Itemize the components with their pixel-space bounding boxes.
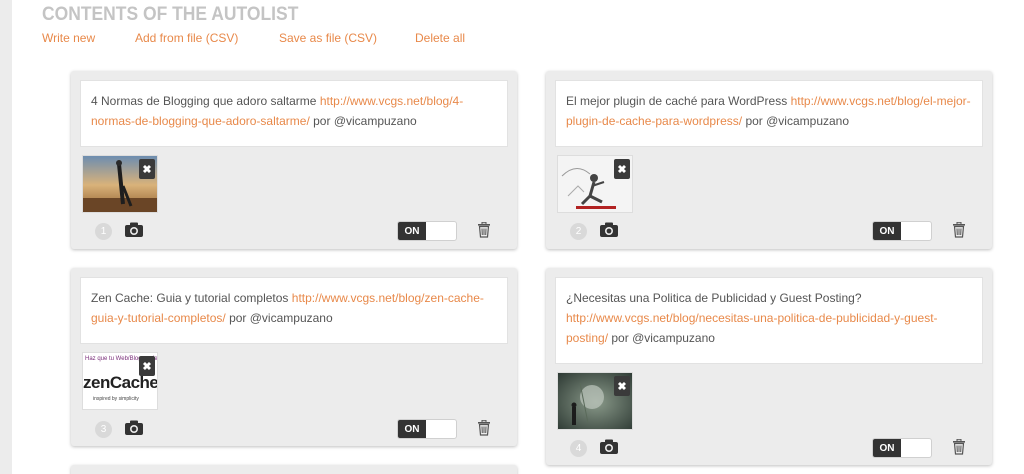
remove-image-button[interactable]: ✖ (614, 376, 630, 396)
page-title: CONTENTS OF THE AUTOLIST (42, 4, 299, 25)
author-handle: @vicampuzano (333, 114, 417, 128)
write-new-link[interactable]: Write new (42, 31, 135, 45)
camera-icon[interactable] (124, 222, 144, 238)
camera-icon[interactable] (599, 222, 619, 238)
item-number-badge: 3 (95, 421, 112, 438)
thumbnail-tagline: inspired by simplicity (93, 396, 139, 402)
delete-all-link[interactable]: Delete all (415, 31, 465, 45)
save-as-file-link[interactable]: Save as file (CSV) (279, 31, 415, 45)
post-thumbnail: ✖ (557, 372, 633, 430)
item-number-badge: 2 (570, 223, 587, 240)
card-text: Zen Cache: Guia y tutorial completos htt… (80, 277, 508, 344)
autolist-card: El mejor plugin de caché para WordPress … (546, 71, 992, 249)
post-title: El mejor plugin de caché para WordPress (566, 94, 788, 108)
toggle-on-label: ON (873, 439, 901, 457)
toggle-on-label: ON (398, 222, 426, 240)
add-from-file-link[interactable]: Add from file (CSV) (135, 31, 279, 45)
autolist-card: Zen Cache: Guia y tutorial completos htt… (71, 268, 517, 446)
remove-image-button[interactable]: ✖ (139, 356, 155, 376)
author-prefix: por (611, 331, 629, 345)
autolist-card: ¿Necesitas una Politica de Publicidad y … (546, 268, 992, 465)
author-prefix: por (313, 114, 331, 128)
autolist-card: 4 Normas de Blogging que adoro saltarme … (71, 71, 517, 249)
camera-icon[interactable] (599, 439, 619, 455)
card-text: 4 Normas de Blogging que adoro saltarme … (80, 80, 508, 147)
post-title: 4 Normas de Blogging que adoro saltarme (91, 94, 317, 108)
camera-icon[interactable] (124, 420, 144, 436)
item-number-badge: 1 (95, 223, 112, 240)
post-thumbnail: ✖ (82, 155, 158, 213)
author-handle: @vicampuzano (632, 331, 715, 345)
trash-icon[interactable] (477, 420, 491, 436)
trash-icon[interactable] (952, 222, 966, 238)
remove-image-button[interactable]: ✖ (614, 159, 630, 179)
author-handle: @vicampuzano (766, 114, 850, 128)
card-text: ¿Necesitas una Politica de Publicidad y … (555, 277, 983, 364)
left-rail (0, 0, 12, 474)
post-thumbnail: ✖ (557, 155, 633, 213)
autolist-card-partial (71, 465, 517, 474)
post-title: ¿Necesitas una Politica de Publicidad y … (566, 291, 862, 305)
on-off-toggle[interactable]: ON (872, 438, 932, 458)
action-bar: Write new Add from file (CSV) Save as fi… (42, 31, 465, 45)
author-prefix: por (745, 114, 763, 128)
trash-icon[interactable] (952, 439, 966, 455)
toggle-on-label: ON (398, 420, 426, 438)
remove-image-button[interactable]: ✖ (139, 159, 155, 179)
trash-icon[interactable] (477, 222, 491, 238)
post-thumbnail: Haz que tu Web/Blog vuele zenCache inspi… (82, 352, 158, 410)
zencache-logo: zenCache (83, 373, 158, 392)
item-number-badge: 4 (570, 440, 587, 457)
post-title: Zen Cache: Guia y tutorial completos (91, 291, 289, 305)
on-off-toggle[interactable]: ON (397, 419, 457, 439)
on-off-toggle[interactable]: ON (872, 221, 932, 241)
author-handle: @vicampuzano (249, 311, 333, 325)
toggle-on-label: ON (873, 222, 901, 240)
author-prefix: por (229, 311, 247, 325)
card-text: El mejor plugin de caché para WordPress … (555, 80, 983, 147)
on-off-toggle[interactable]: ON (397, 221, 457, 241)
